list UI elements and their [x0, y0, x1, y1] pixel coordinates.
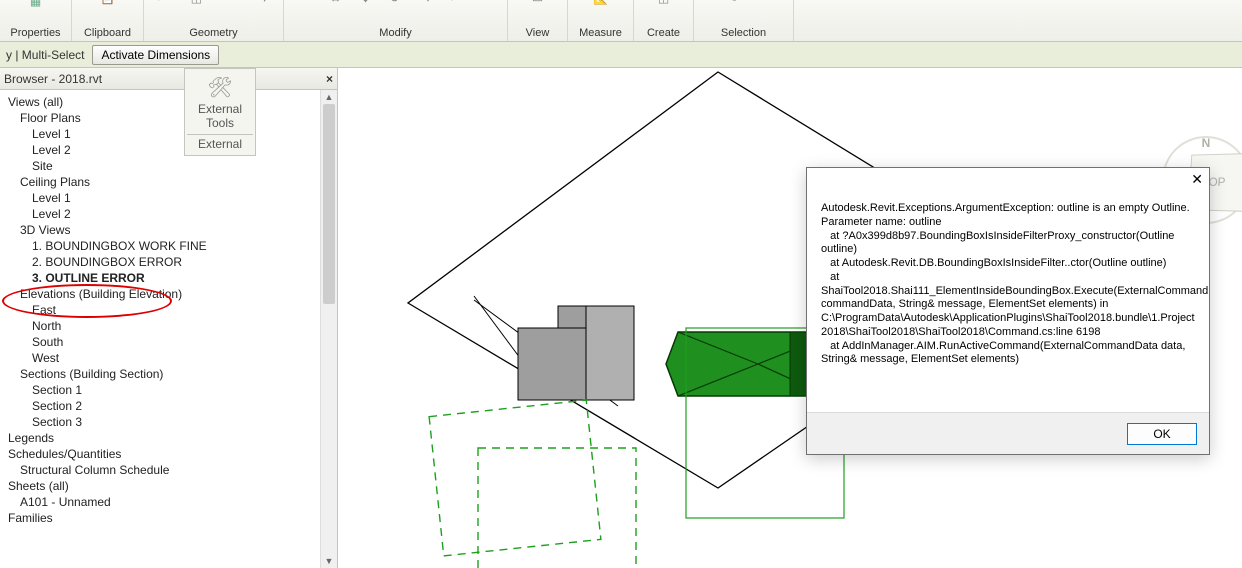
ribbon-label: Measure	[579, 27, 622, 39]
ribbon-label: Create	[647, 27, 680, 39]
paste-icon: 📋	[98, 0, 118, 8]
join-icon[interactable]: ◫	[186, 0, 206, 8]
ribbon-label: Selection	[721, 27, 766, 39]
tree-node[interactable]: Site	[2, 158, 335, 174]
ribbon-group-modify[interactable]: ↔ ✥ ⟳ ⇋ ✂ Modify	[284, 0, 508, 41]
rotate-icon[interactable]: ⟳	[386, 0, 406, 8]
tree-node[interactable]: East	[2, 302, 335, 318]
ribbon-label: Modify	[379, 27, 411, 39]
dialog-footer: OK	[807, 412, 1209, 454]
viewcube-face: OP	[1208, 175, 1225, 189]
options-left-text: y | Multi-Select	[6, 48, 84, 62]
trim-icon[interactable]: ✂	[446, 0, 466, 8]
ribbon-group-geometry[interactable]: ✂ ◫ Join ▾ Geometry	[144, 0, 284, 41]
tree-node[interactable]: West	[2, 350, 335, 366]
create-icon: ◫	[654, 0, 674, 8]
tree-node[interactable]: North	[2, 318, 335, 334]
browser-titlebar[interactable]: Browser - 2018.rvt ×	[0, 68, 337, 90]
tree-node[interactable]: Level 2	[2, 142, 335, 158]
tree-node[interactable]: Elevations (Building Elevation)	[2, 286, 335, 302]
move-icon[interactable]: ✥	[356, 0, 376, 8]
scroll-up-icon[interactable]: ▲	[321, 90, 337, 104]
ribbon-label: Clipboard	[84, 27, 131, 39]
align-icon[interactable]: ↔	[326, 0, 346, 8]
browser-title: Browser - 2018.rvt	[4, 72, 102, 86]
properties-icon: ▦	[23, 0, 49, 14]
tree-node[interactable]: Structural Column Schedule	[2, 462, 335, 478]
drawing-canvas[interactable]: N OP ✕ Autodesk.Revit.Exceptions.Argumen…	[338, 68, 1242, 568]
close-icon[interactable]: ×	[326, 72, 333, 86]
external-label-1: External	[187, 102, 253, 116]
tree-node[interactable]: A101 - Unnamed	[2, 494, 335, 510]
tree-node[interactable]: Sections (Building Section)	[2, 366, 335, 382]
measure-icon: 📐	[591, 0, 611, 8]
activate-dimensions-button[interactable]: Activate Dimensions	[92, 45, 219, 65]
tree-node[interactable]: Legends	[2, 430, 335, 446]
tree-node[interactable]: Level 1	[2, 126, 335, 142]
dialog-titlebar[interactable]: ✕	[807, 168, 1209, 190]
browser-scrollbar[interactable]: ▲ ▼	[320, 90, 337, 568]
tree-node[interactable]: Floor Plans	[2, 110, 335, 126]
scroll-thumb[interactable]	[323, 104, 335, 304]
tree-node[interactable]: Section 1	[2, 382, 335, 398]
tree-node[interactable]: Section 3	[2, 414, 335, 430]
ribbon-label: View	[526, 27, 550, 39]
cut-icon[interactable]: ✂	[152, 0, 172, 8]
chevron-down-icon[interactable]: ▾	[255, 0, 275, 8]
ribbon-group-view[interactable]: ▭ View	[508, 0, 568, 41]
external-tools-icon: 🛠	[187, 75, 253, 100]
browser-tree[interactable]: Views (all)Floor PlansLevel 1Level 2Site…	[0, 90, 337, 568]
tree-node[interactable]: Sheets (all)	[2, 478, 335, 494]
external-tab-label: External	[187, 134, 253, 151]
tree-node[interactable]: 3D Views	[2, 222, 335, 238]
ribbon-label: Properties	[10, 27, 60, 39]
ok-button[interactable]: OK	[1127, 423, 1197, 445]
options-bar: y | Multi-Select Activate Dimensions	[0, 42, 1242, 68]
join-label[interactable]: Join	[220, 0, 240, 8]
scroll-down-icon[interactable]: ▼	[321, 554, 337, 568]
tree-node[interactable]: Level 1	[2, 190, 335, 206]
ribbon-group-create[interactable]: ◫ Create	[634, 0, 694, 41]
tree-node[interactable]: 2. BOUNDINGBOX ERROR	[2, 254, 335, 270]
tree-node[interactable]: Level 2	[2, 206, 335, 222]
dialog-close-icon[interactable]: ✕	[1191, 171, 1203, 188]
project-browser: Browser - 2018.rvt × Views (all)Floor Pl…	[0, 68, 338, 568]
external-tools-panel[interactable]: 🛠 External Tools External	[184, 68, 256, 156]
edit-label: Edit	[746, 0, 765, 8]
tree-node[interactable]: Views (all)	[2, 94, 335, 110]
view-icon: ▭	[528, 0, 548, 8]
tree-node[interactable]: Schedules/Quantities	[2, 446, 335, 462]
mirror-icon[interactable]: ⇋	[416, 0, 436, 8]
ribbon: ▦ Properties 📋 Clipboard ✂ ◫ Join ▾ Geom…	[0, 0, 1242, 42]
external-label-2: Tools	[187, 116, 253, 130]
ribbon-group-measure[interactable]: 📐 Measure	[568, 0, 634, 41]
tree-node[interactable]: South	[2, 334, 335, 350]
compass-north: N	[1202, 136, 1211, 150]
tree-node[interactable]: Ceiling Plans	[2, 174, 335, 190]
tree-node[interactable]: 3. OUTLINE ERROR	[2, 270, 335, 286]
error-dialog: ✕ Autodesk.Revit.Exceptions.ArgumentExce…	[806, 167, 1210, 455]
tree-node[interactable]: 1. BOUNDINGBOX WORK FINE	[2, 238, 335, 254]
tree-node[interactable]: Families	[2, 510, 335, 526]
edit-icon[interactable]: ✎	[722, 0, 742, 8]
tree-node[interactable]: Section 2	[2, 398, 335, 414]
ribbon-group-selection[interactable]: ✎ Edit Selection	[694, 0, 794, 41]
ribbon-group-properties[interactable]: ▦ Properties	[0, 0, 72, 41]
main-area: Browser - 2018.rvt × Views (all)Floor Pl…	[0, 68, 1242, 568]
ribbon-label: Geometry	[189, 27, 237, 39]
dialog-message: Autodesk.Revit.Exceptions.ArgumentExcept…	[807, 190, 1209, 412]
ribbon-group-clipboard[interactable]: 📋 Clipboard	[72, 0, 144, 41]
